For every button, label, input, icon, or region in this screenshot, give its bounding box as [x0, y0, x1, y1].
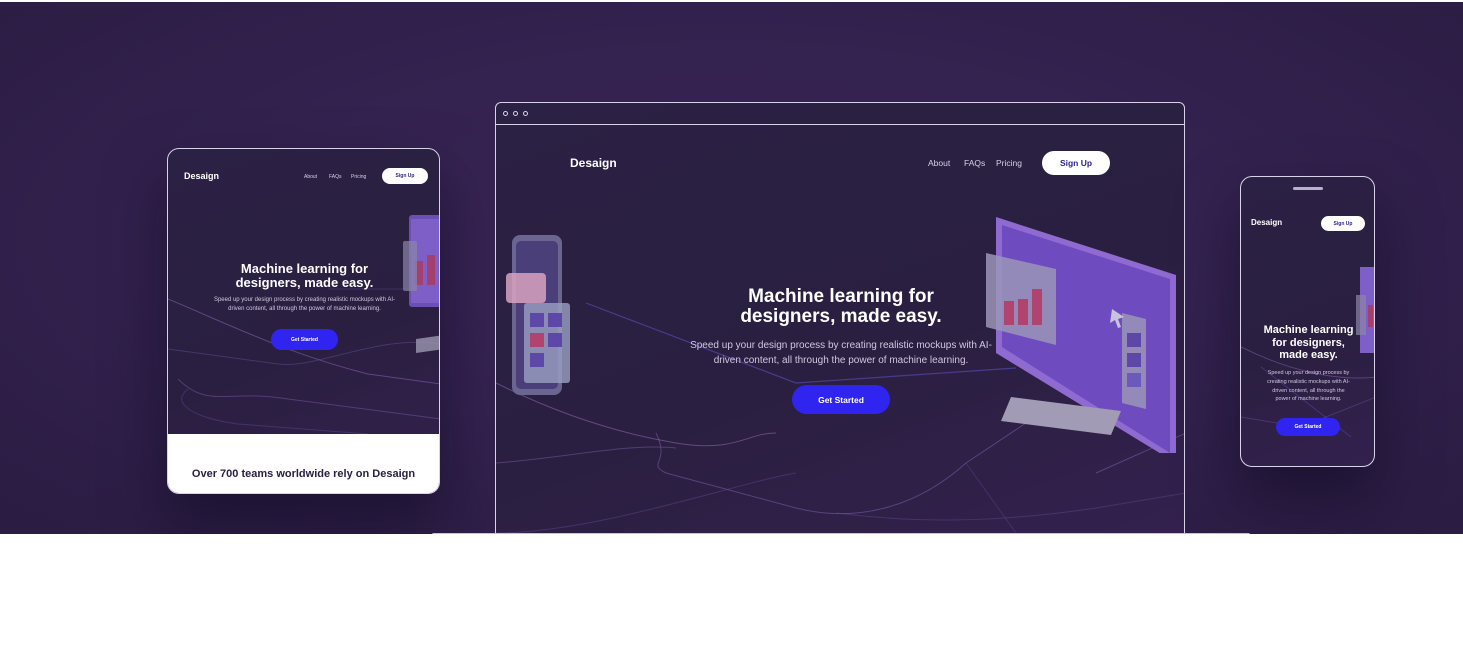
get-started-button[interactable]: Get Started [271, 329, 338, 350]
nav-about[interactable]: About [304, 174, 317, 180]
signup-button[interactable]: Sign Up [1042, 151, 1110, 175]
hero-subtitle: Speed up your design process by creating… [690, 340, 992, 366]
nav-faqs[interactable]: FAQs [964, 158, 985, 168]
social-proof-section: Over 700 teams worldwide rely on Desaign [168, 434, 439, 493]
brand-logo[interactable]: Desaign [570, 156, 617, 170]
keyboard-illustration [1001, 397, 1121, 435]
hero-title: Machine learning for designers, made eas… [740, 286, 942, 327]
phone-illustration [506, 235, 570, 395]
signup-button[interactable]: Sign Up [382, 168, 428, 184]
brand-logo[interactable]: Desaign [1251, 218, 1282, 227]
showcase-banner: Desaign About FAQs Pricing Sign Up Machi… [0, 2, 1463, 534]
phone-mockup: Desaign Sign Up Machine learning for des… [1240, 176, 1375, 467]
nav-pricing[interactable]: Pricing [996, 158, 1022, 168]
get-started-button[interactable]: Get Started [792, 385, 890, 414]
keyboard-illustration [416, 335, 439, 353]
tablet-mockup: Desaign About FAQs Pricing Sign Up Machi… [167, 148, 440, 494]
nav-about[interactable]: About [928, 158, 950, 168]
hero-subtitle: Speed up your design process by creating… [1267, 370, 1350, 403]
hero-subtitle: Speed up your design process by creating… [213, 297, 396, 312]
social-proof-text: Over 700 teams worldwide rely on Desaign [191, 468, 416, 480]
desktop-mockup: Desaign About FAQs Pricing Sign Up Machi… [495, 102, 1185, 534]
hero-title: Machine learning for designers, made eas… [1263, 324, 1354, 362]
signup-button[interactable]: Sign Up [1321, 216, 1365, 231]
brand-logo[interactable]: Desaign [184, 171, 219, 181]
nav-faqs[interactable]: FAQs [329, 174, 342, 180]
laptop-base [432, 533, 1250, 534]
get-started-button[interactable]: Get Started [1276, 418, 1340, 436]
nav-pricing[interactable]: Pricing [351, 174, 366, 180]
hero-title: Machine learning for designers, made eas… [235, 261, 374, 290]
